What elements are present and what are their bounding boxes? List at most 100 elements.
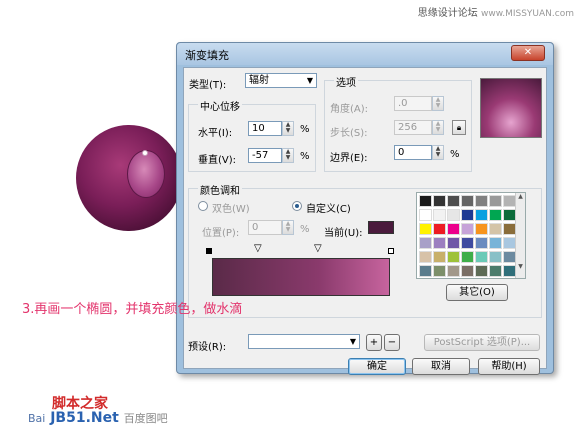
postscript-label: PostScript 选项(P)... [433, 337, 531, 348]
palette-swatch[interactable] [433, 251, 446, 263]
vertical-spinner[interactable]: ▲ ▼ [282, 148, 294, 163]
palette-swatch[interactable] [447, 237, 460, 249]
palette-scrollbar[interactable]: ▲ ▼ [515, 193, 525, 278]
custom-label: 自定义(C) [306, 204, 351, 215]
others-button[interactable]: 其它(O) [446, 284, 508, 301]
preset-label: 预设(R): [188, 342, 227, 353]
two-color-radio[interactable] [198, 201, 208, 211]
palette-swatch[interactable] [461, 251, 474, 263]
palette-swatch[interactable] [461, 195, 474, 207]
close-icon: ✕ [523, 47, 533, 58]
postscript-options-button[interactable]: PostScript 选项(P)... [424, 334, 540, 351]
others-button-label: 其它(O) [459, 287, 495, 298]
palette-swatch[interactable] [461, 265, 474, 277]
horizontal-input[interactable]: 10 [248, 121, 282, 136]
palette-swatch[interactable] [433, 265, 446, 277]
position-value: 0 [252, 222, 259, 233]
preset-input[interactable]: ▼ [248, 334, 360, 349]
ok-button[interactable]: 确定 [348, 358, 406, 375]
position-spinner[interactable]: ▲ ▼ [282, 220, 294, 235]
palette-swatch[interactable] [489, 237, 502, 249]
palette-swatch[interactable] [419, 237, 432, 249]
palette-swatch[interactable] [475, 237, 488, 249]
chevron-down-icon: ▼ [306, 76, 313, 85]
palette-swatch[interactable] [447, 223, 460, 235]
steps-spinner[interactable]: ▲ ▼ [432, 120, 444, 135]
cancel-label: 取消 [431, 361, 451, 372]
gradient-ramp[interactable] [212, 258, 390, 296]
current-color-swatch[interactable] [368, 221, 394, 234]
type-select[interactable]: 辐射 ▼ [245, 73, 317, 88]
close-button[interactable]: ✕ [511, 45, 545, 61]
palette-swatch[interactable] [489, 209, 502, 221]
palette-swatch[interactable] [461, 209, 474, 221]
water-droplet-ellipse [127, 150, 165, 198]
steps-value: 256 [398, 122, 418, 133]
midpoint-marker-1[interactable]: ▽ [254, 244, 262, 254]
lock-icon: 🔒︎ [456, 123, 462, 132]
dialog-title: 渐变填充 [185, 49, 229, 62]
palette-swatch[interactable] [461, 237, 474, 249]
start-node-marker[interactable] [206, 248, 212, 254]
cancel-button[interactable]: 取消 [412, 358, 470, 375]
help-button[interactable]: 帮助(H) [478, 358, 540, 375]
remove-preset-button[interactable]: − [384, 334, 400, 351]
palette-swatch[interactable] [489, 223, 502, 235]
palette-swatch[interactable] [461, 223, 474, 235]
angle-value: .0 [398, 98, 408, 109]
site-watermark: 脚本之家 Bai JB51.Net 百度图吧 [28, 397, 168, 426]
edge-spinner[interactable]: ▲ ▼ [432, 145, 444, 160]
position-input[interactable]: 0 [248, 220, 282, 235]
palette-swatch[interactable] [447, 251, 460, 263]
plus-icon: + [369, 337, 379, 348]
palette-swatch[interactable] [475, 251, 488, 263]
steps-input[interactable]: 256 [394, 120, 432, 135]
color-palette[interactable]: ▲ ▼ [416, 192, 526, 279]
type-label: 类型(T): [189, 80, 227, 91]
palette-swatch[interactable] [419, 223, 432, 235]
add-preset-button[interactable]: + [366, 334, 382, 351]
palette-swatch[interactable] [433, 209, 446, 221]
palette-swatch[interactable] [447, 209, 460, 221]
droplet-highlight [142, 150, 148, 156]
site-header-url: www.MISSYUAN.com [480, 9, 574, 19]
horizontal-spinner[interactable]: ▲ ▼ [282, 121, 294, 136]
palette-swatch[interactable] [433, 223, 446, 235]
horizontal-label: 水平(I): [198, 128, 233, 139]
palette-swatch[interactable] [489, 195, 502, 207]
palette-swatch[interactable] [475, 195, 488, 207]
watermark-cn: 脚本之家 [52, 396, 108, 412]
site-header: 思缘设计论坛 www.MISSYUAN.com [418, 4, 574, 19]
fountain-fill-dialog: 渐变填充 ✕ 类型(T): 辐射 ▼ 中心位移 水平(I): 10 ▲ ▼ % 垂… [176, 42, 554, 375]
palette-swatch[interactable] [475, 265, 488, 277]
vertical-label: 垂直(V): [198, 155, 237, 166]
vertical-input[interactable]: -57 [248, 148, 282, 163]
custom-radio[interactable] [292, 201, 302, 211]
dialog-body: 类型(T): 辐射 ▼ 中心位移 水平(I): 10 ▲ ▼ % 垂直(V): -… [183, 67, 547, 375]
palette-swatch[interactable] [419, 195, 432, 207]
end-node-marker[interactable] [388, 248, 394, 254]
palette-swatch[interactable] [447, 195, 460, 207]
lock-button[interactable]: 🔒︎ [452, 120, 466, 135]
palette-swatch[interactable] [475, 209, 488, 221]
edge-input[interactable]: 0 [394, 145, 432, 160]
tutorial-caption: 3.再画一个椭圆，并填充颜色，做水滴 [22, 302, 243, 317]
palette-swatch[interactable] [489, 251, 502, 263]
minus-icon: − [387, 337, 397, 348]
angle-input[interactable]: .0 [394, 96, 432, 111]
horizontal-value: 10 [252, 123, 265, 134]
steps-label: 步长(S): [330, 128, 368, 139]
palette-swatch[interactable] [419, 265, 432, 277]
angle-spinner[interactable]: ▲ ▼ [432, 96, 444, 111]
palette-swatch[interactable] [475, 223, 488, 235]
palette-swatch[interactable] [419, 251, 432, 263]
chevron-down-icon: ▼ [349, 337, 356, 346]
position-label: 位置(P): [202, 228, 240, 239]
palette-swatch[interactable] [489, 265, 502, 277]
midpoint-marker-2[interactable]: ▽ [314, 244, 322, 254]
palette-swatch[interactable] [433, 237, 446, 249]
palette-swatch[interactable] [447, 265, 460, 277]
vertical-value: -57 [252, 150, 269, 161]
palette-swatch[interactable] [419, 209, 432, 221]
palette-swatch[interactable] [433, 195, 446, 207]
